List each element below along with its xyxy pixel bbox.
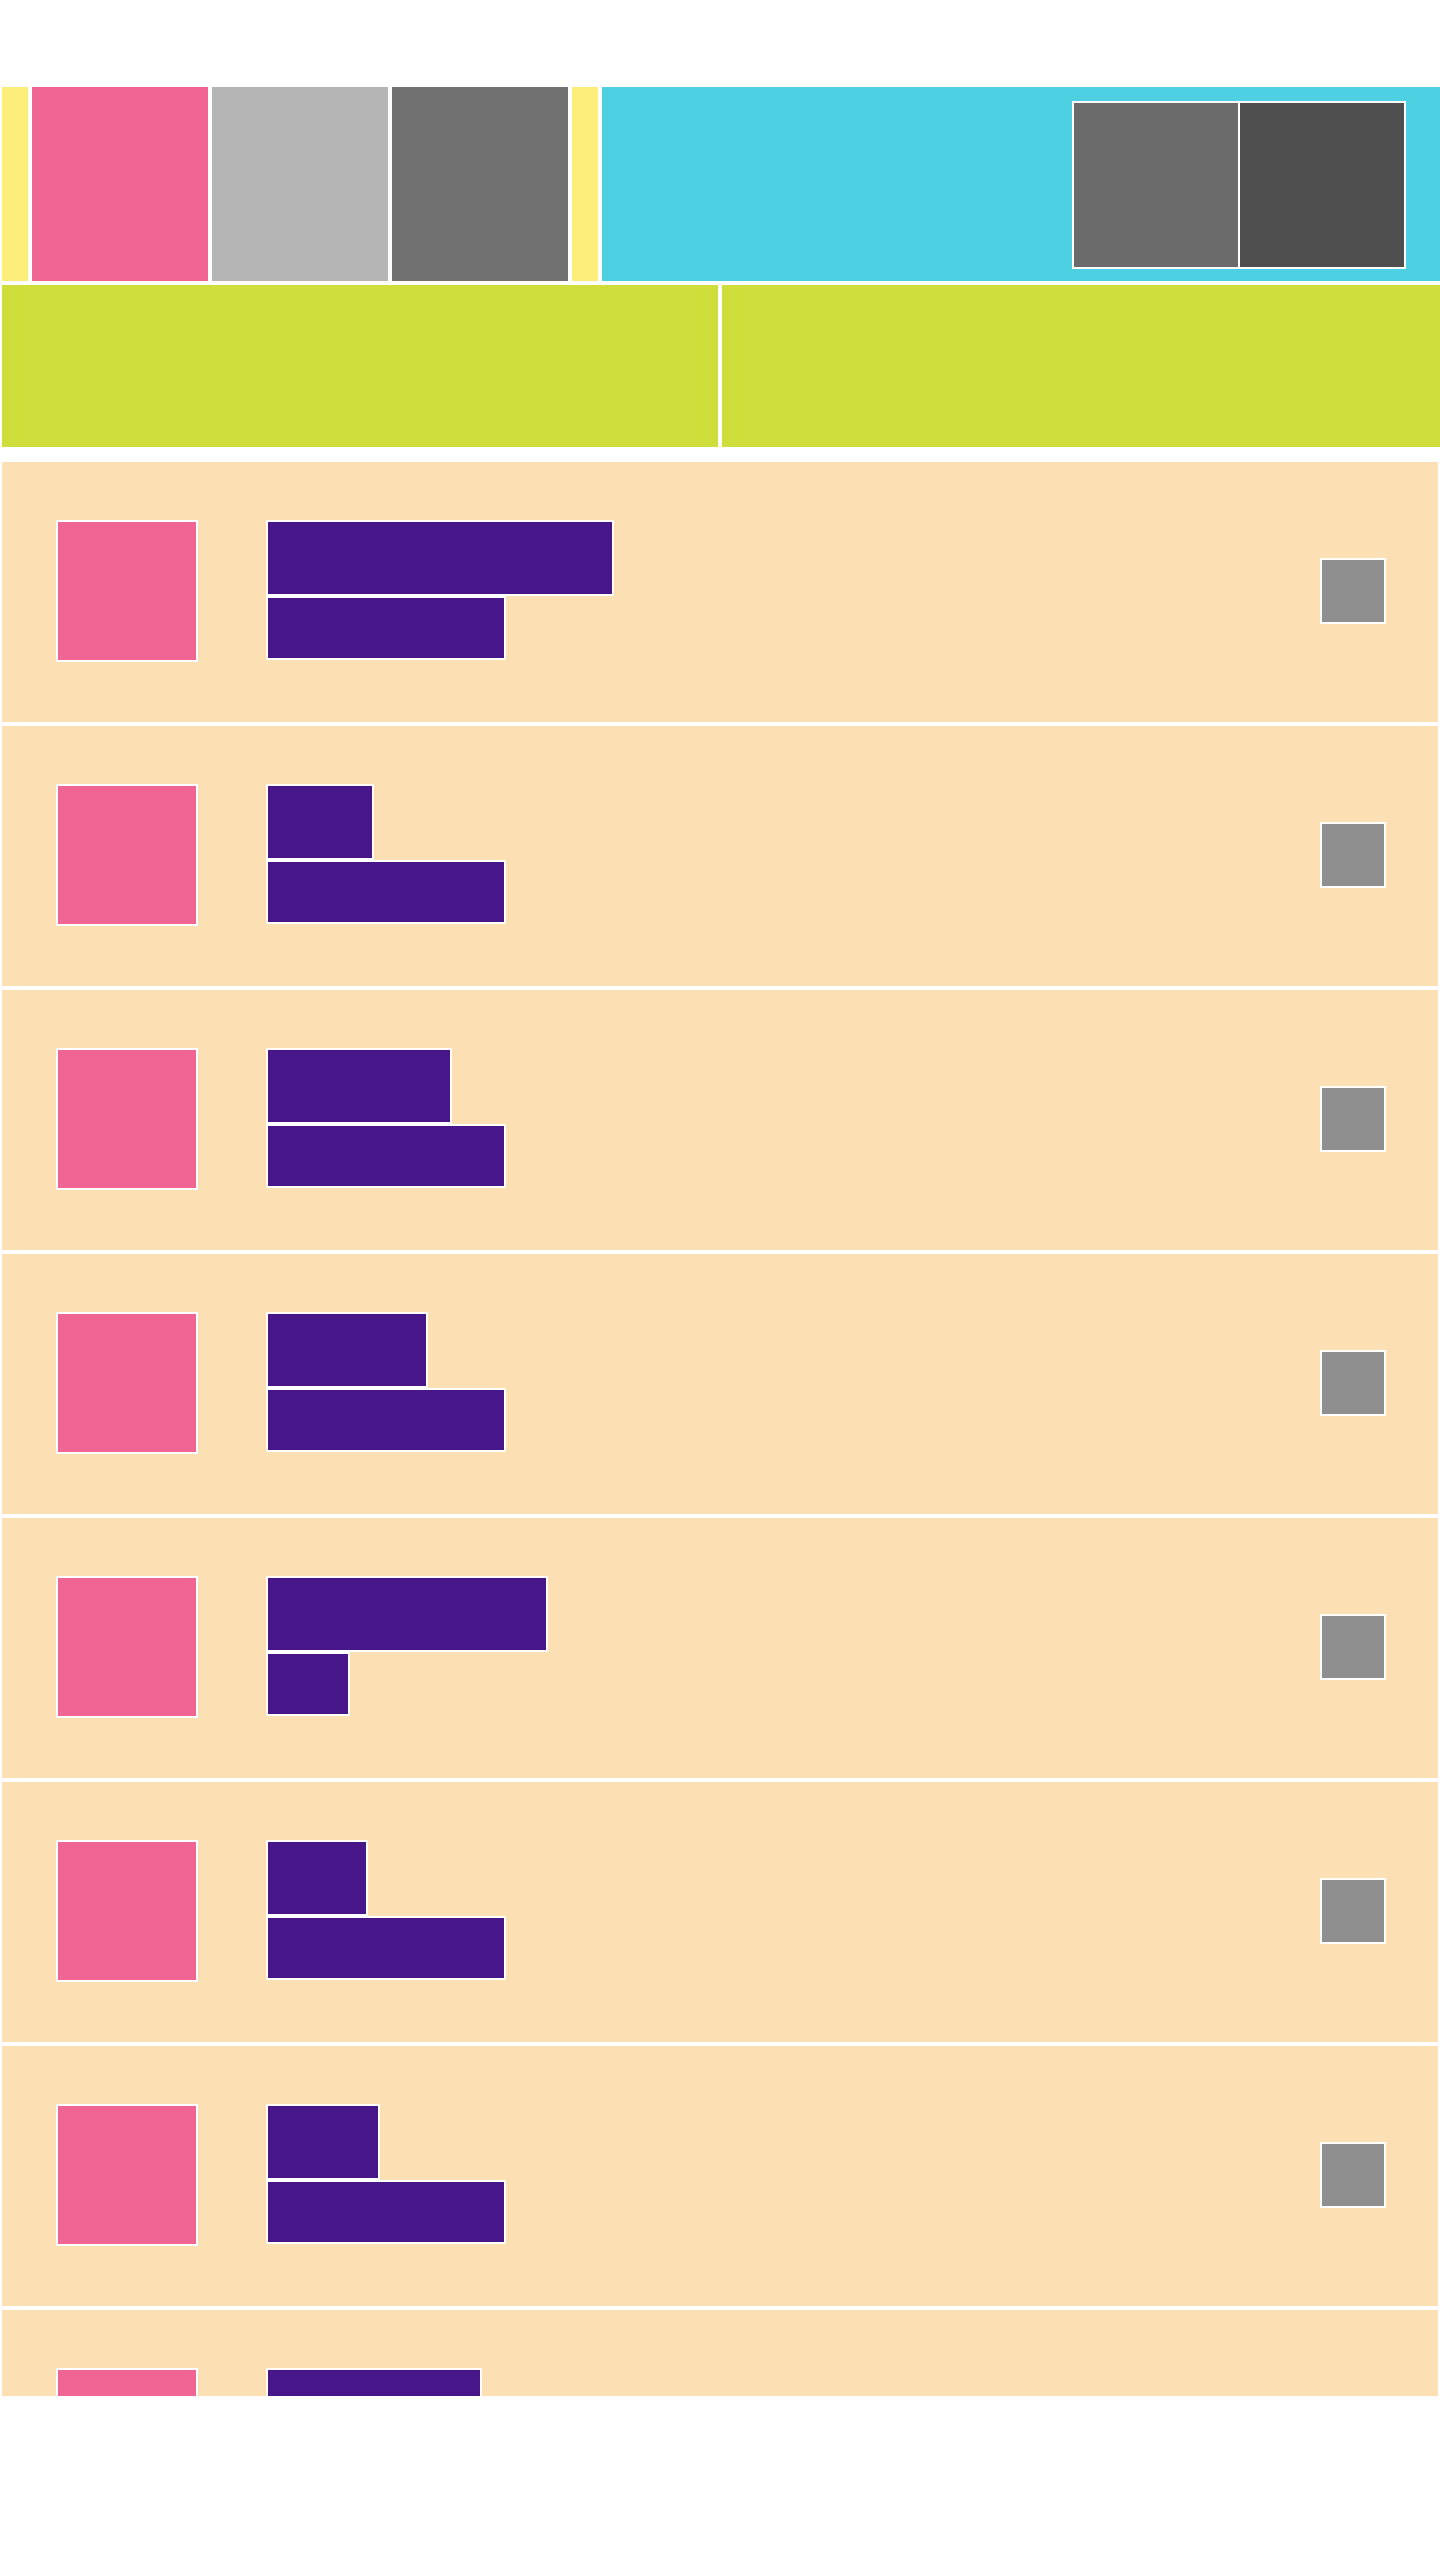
- list-item-title: [266, 520, 614, 596]
- thumbnail-image-icon: [56, 1576, 198, 1718]
- thumbnail-image-icon: [56, 1840, 198, 1982]
- list-item[interactable]: [0, 988, 1440, 1252]
- row-action-icon[interactable]: [1320, 822, 1386, 888]
- list-item-title: [266, 784, 374, 860]
- app-bar-action-button-2[interactable]: [1238, 101, 1406, 269]
- list-item-title: [266, 1048, 452, 1124]
- row-action-icon[interactable]: [1320, 558, 1386, 624]
- list-item[interactable]: [0, 460, 1440, 724]
- list-item[interactable]: [0, 2044, 1440, 2308]
- list-item-subtitle: [266, 1388, 506, 1452]
- segment-right[interactable]: [720, 283, 1440, 449]
- thumbnail-image-icon: [56, 1312, 198, 1454]
- list-item[interactable]: [0, 2308, 1440, 2396]
- list-item-title: [266, 1312, 428, 1388]
- list-item-subtitle: [266, 1916, 506, 1980]
- list-item-title: [266, 2368, 482, 2396]
- list-item-subtitle: [266, 860, 506, 924]
- left-edge-marker: [0, 85, 30, 283]
- thumbnail-image-icon: [56, 2368, 198, 2396]
- row-action-icon[interactable]: [1320, 2142, 1386, 2208]
- app-bar-action-button-1[interactable]: [1072, 101, 1240, 269]
- tab-secondary[interactable]: [210, 85, 390, 283]
- list-item-title: [266, 1576, 548, 1652]
- tab-tertiary[interactable]: [390, 85, 570, 283]
- app-bar: [600, 85, 1440, 283]
- thumbnail-image-icon: [56, 520, 198, 662]
- list-item-subtitle: [266, 2180, 506, 2244]
- thumbnail-image-icon: [56, 2104, 198, 2246]
- tab-primary[interactable]: [30, 85, 210, 283]
- list-item[interactable]: [0, 1252, 1440, 1516]
- tab-divider-marker: [570, 85, 600, 283]
- list-item-subtitle: [266, 1652, 350, 1716]
- row-action-icon[interactable]: [1320, 1086, 1386, 1152]
- list-item-title: [266, 2104, 380, 2180]
- header-bar: [0, 85, 1440, 283]
- item-list[interactable]: [0, 460, 1440, 2396]
- thumbnail-image-icon: [56, 1048, 198, 1190]
- segment-left[interactable]: [0, 283, 720, 449]
- row-action-icon[interactable]: [1320, 1878, 1386, 1944]
- list-item-subtitle: [266, 1124, 506, 1188]
- list-item-title: [266, 1840, 368, 1916]
- row-action-icon[interactable]: [1320, 1350, 1386, 1416]
- list-item[interactable]: [0, 724, 1440, 988]
- list-item-subtitle: [266, 596, 506, 660]
- list-item[interactable]: [0, 1516, 1440, 1780]
- app-screen: [0, 0, 1440, 2560]
- list-item[interactable]: [0, 1780, 1440, 2044]
- thumbnail-image-icon: [56, 784, 198, 926]
- row-action-icon[interactable]: [1320, 1614, 1386, 1680]
